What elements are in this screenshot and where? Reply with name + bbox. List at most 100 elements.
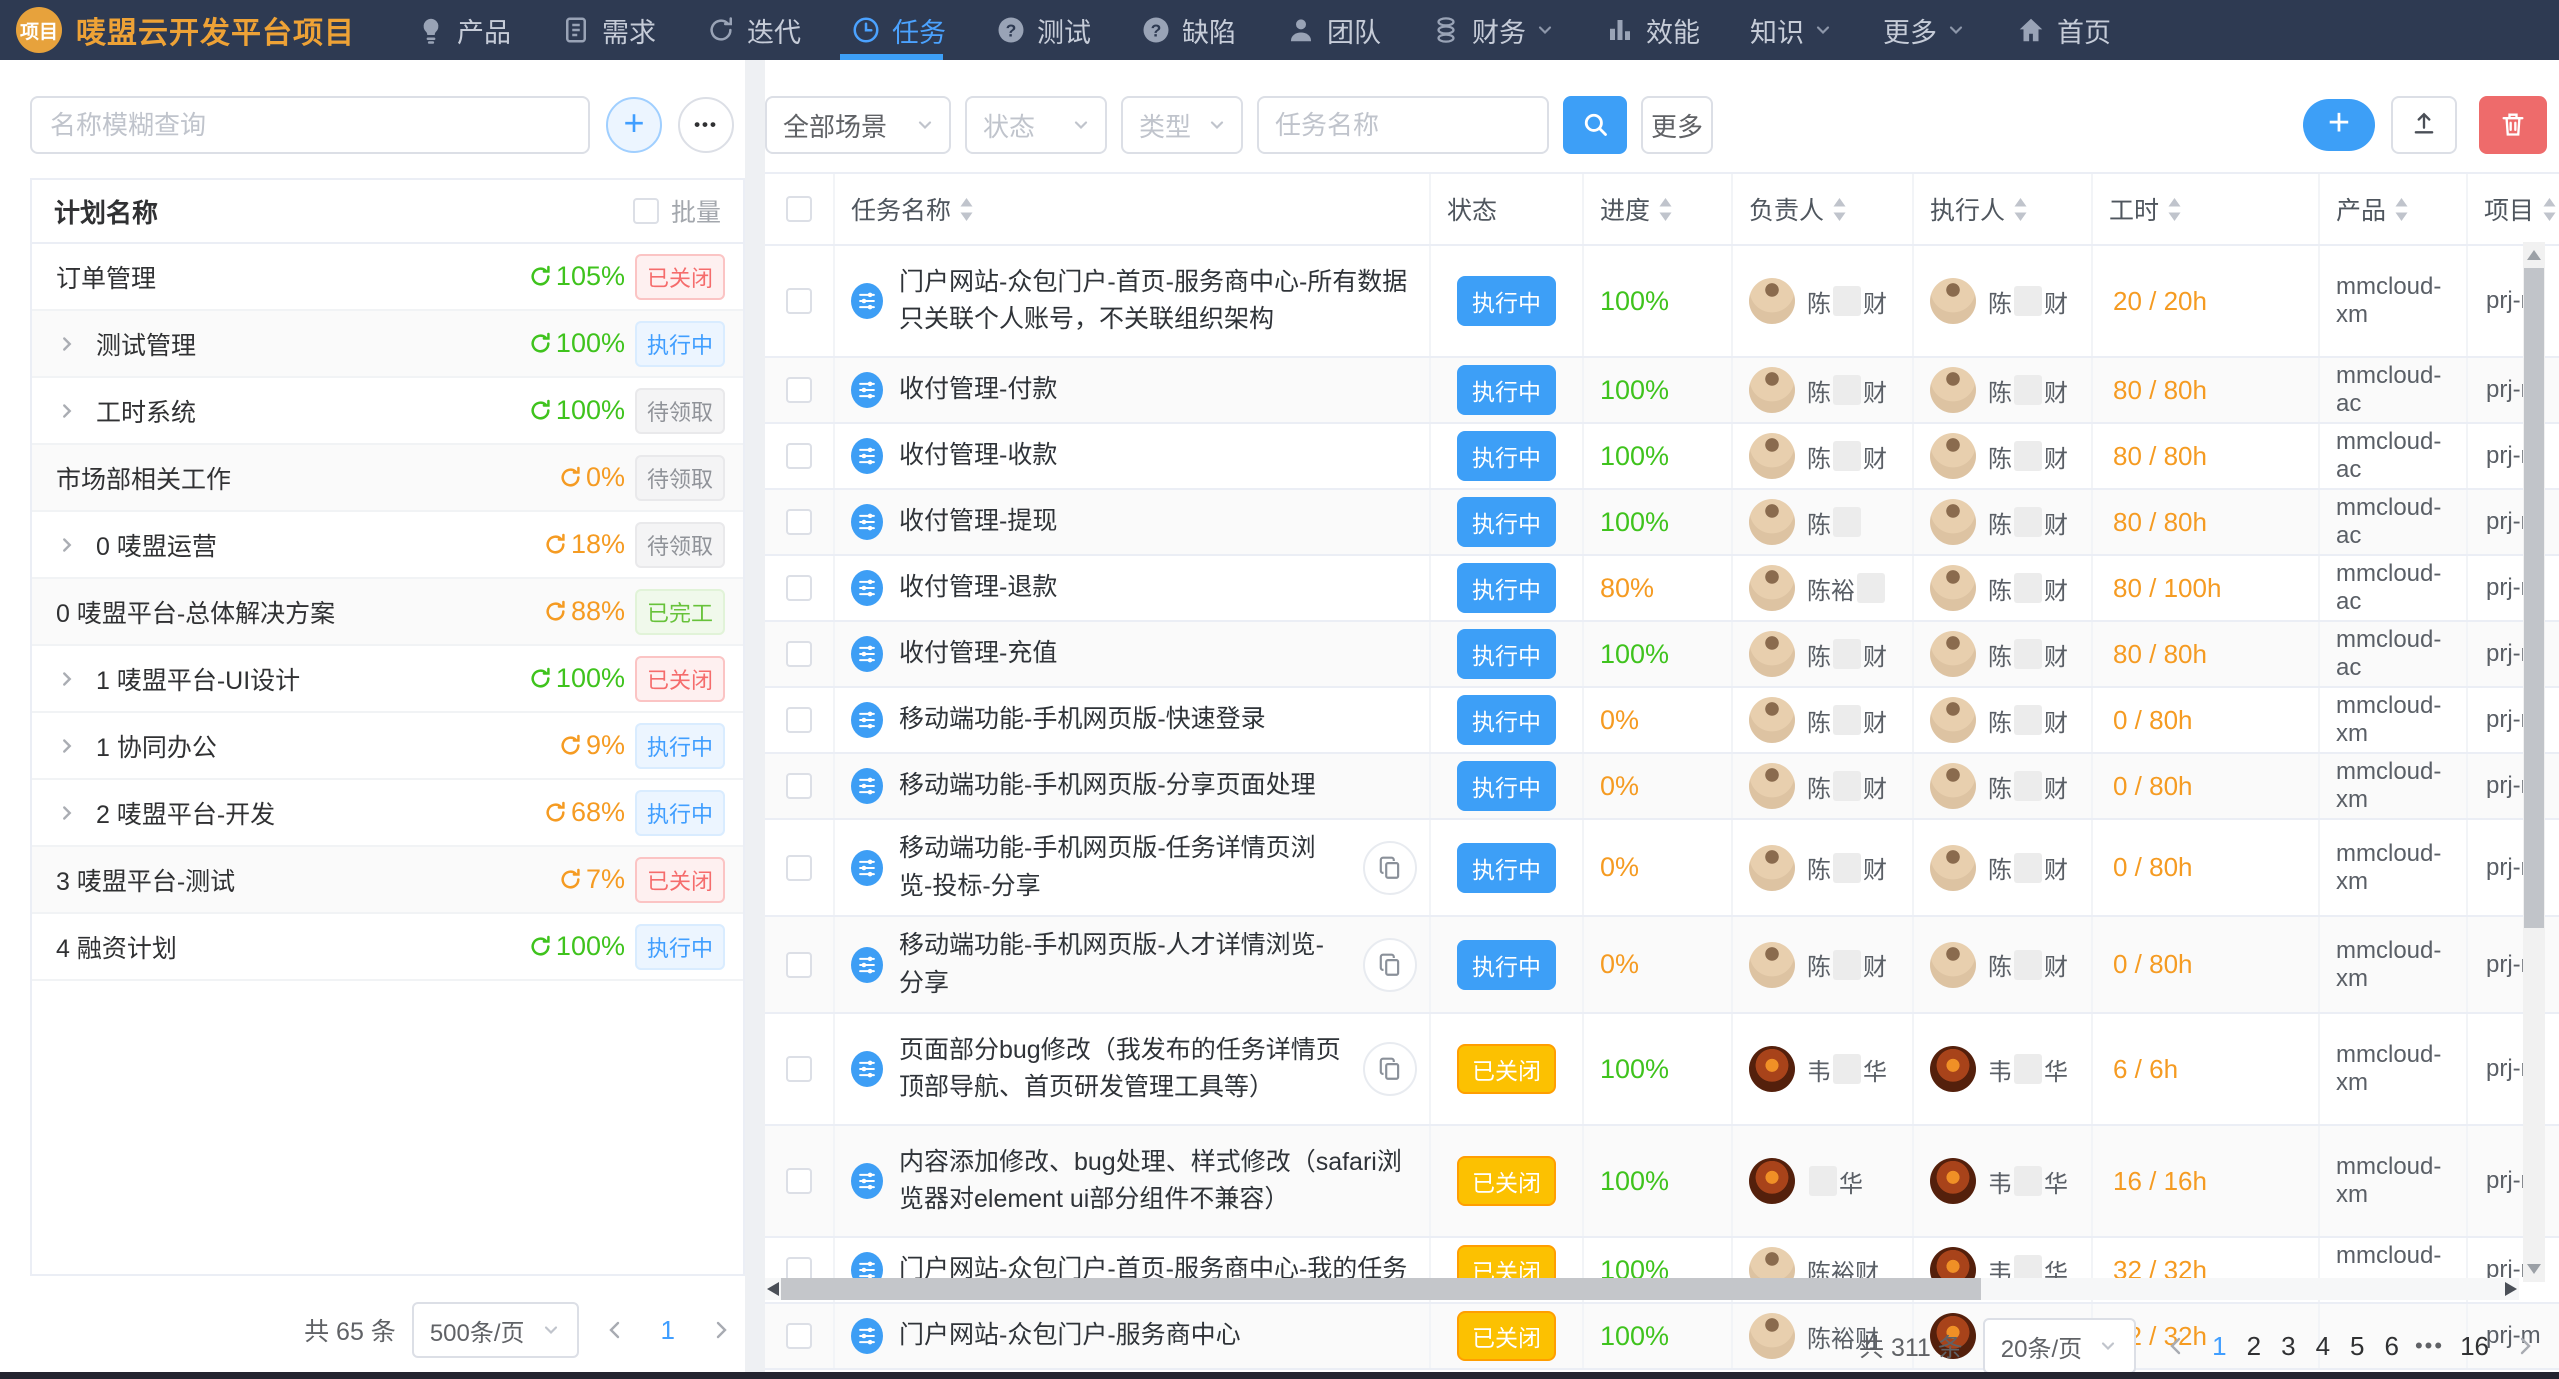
chevron-right-icon[interactable] <box>56 802 78 824</box>
add-plan-button[interactable]: + <box>606 97 662 153</box>
task-page-size-select[interactable]: 20条/页 <box>1983 1318 2136 1374</box>
nav-item-iteration[interactable]: 迭代 <box>681 0 826 60</box>
task-name-cell[interactable]: 门户网站-众包门户-服务商中心 <box>835 1304 1431 1368</box>
upload-button[interactable] <box>2391 96 2457 154</box>
task-name-cell[interactable]: 移动端功能-手机网页版-分享页面处理 <box>835 754 1431 818</box>
vertical-scrollbar-thumb[interactable] <box>2524 268 2544 928</box>
nav-item-more[interactable]: 更多 <box>1858 0 1991 60</box>
plan-page-number[interactable]: 1 <box>651 1315 685 1346</box>
nav-item-knowledge[interactable]: 知识 <box>1725 0 1858 60</box>
row-checkbox[interactable] <box>786 855 812 881</box>
page-number[interactable]: 2 <box>2237 1331 2271 1362</box>
row-checkbox[interactable] <box>786 1168 812 1194</box>
plan-prev-page-button[interactable] <box>595 1318 635 1342</box>
task-name-cell[interactable]: 收付管理-退款 <box>835 556 1431 620</box>
sort-caret-icon[interactable] <box>2542 198 2557 221</box>
chevron-right-icon[interactable] <box>56 333 78 355</box>
sort-caret-icon[interactable] <box>2394 198 2409 221</box>
plan-row[interactable]: 2 唛盟平台-开发68%执行中 <box>32 780 743 847</box>
page-number[interactable]: 16 <box>2450 1331 2499 1362</box>
plan-page-size-select[interactable]: 500条/页 <box>412 1302 579 1358</box>
row-checkbox[interactable] <box>786 288 812 314</box>
row-checkbox[interactable] <box>786 641 812 667</box>
sort-caret-icon[interactable] <box>959 198 974 221</box>
chevron-right-icon[interactable] <box>56 668 78 690</box>
plan-row[interactable]: 订单管理105%已关闭 <box>32 244 743 311</box>
task-name-cell[interactable]: 收付管理-收款 <box>835 424 1431 488</box>
task-name-cell[interactable]: 收付管理-付款 <box>835 358 1431 422</box>
plan-search-input[interactable] <box>30 96 590 154</box>
plan-row[interactable]: 测试管理100%执行中 <box>32 311 743 378</box>
nav-item-product[interactable]: 产品 <box>391 0 536 60</box>
nav-item-finance[interactable]: 财务 <box>1406 0 1580 60</box>
task-name-cell[interactable]: 内容添加修改、bug处理、样式修改（safari浏览器对element ui部分… <box>835 1126 1431 1236</box>
plan-next-page-button[interactable] <box>701 1318 741 1342</box>
sort-caret-icon[interactable] <box>1658 198 1673 221</box>
horizontal-scrollbar[interactable] <box>765 1278 2519 1300</box>
add-task-button[interactable]: + <box>2303 99 2375 151</box>
task-name-cell[interactable]: 页面部分bug修改（我发布的任务详情页顶部导航、首页研发管理工具等） <box>835 1014 1431 1124</box>
nav-item-task[interactable]: 任务 <box>826 0 971 60</box>
page-number[interactable]: 5 <box>2340 1331 2374 1362</box>
plan-row[interactable]: 1 唛盟平台-UI设计100%已关闭 <box>32 646 743 713</box>
scroll-right-arrow-icon[interactable] <box>2503 1278 2519 1300</box>
row-checkbox[interactable] <box>786 443 812 469</box>
more-filters-button[interactable]: 更多 <box>1641 96 1713 154</box>
sort-caret-icon[interactable] <box>2167 198 2182 221</box>
nav-item-defect[interactable]: ?缺陷 <box>1116 0 1261 60</box>
task-name-cell[interactable]: 移动端功能-手机网页版-任务详情页浏览-投标-分享 <box>835 820 1431 915</box>
scroll-down-arrow-icon[interactable] <box>2523 1256 2545 1282</box>
nav-item-requirement[interactable]: 需求 <box>536 0 681 60</box>
row-checkbox[interactable] <box>786 509 812 535</box>
plan-row[interactable]: 0 唛盟平台-总体解决方案88%已完工 <box>32 579 743 646</box>
chevron-right-icon[interactable] <box>56 735 78 757</box>
sort-caret-icon[interactable] <box>1832 198 1847 221</box>
row-checkbox[interactable] <box>786 377 812 403</box>
chevron-right-icon[interactable] <box>56 534 78 556</box>
copy-button[interactable] <box>1363 841 1417 895</box>
vertical-scrollbar[interactable] <box>2523 242 2545 1282</box>
page-number[interactable]: 6 <box>2375 1331 2409 1362</box>
row-checkbox[interactable] <box>786 1056 812 1082</box>
nav-item-team[interactable]: 团队 <box>1261 0 1406 60</box>
row-checkbox[interactable] <box>786 1323 812 1349</box>
task-name-cell[interactable]: 移动端功能-手机网页版-人才详情浏览-分享 <box>835 917 1431 1012</box>
task-next-page-button[interactable] <box>2505 1334 2545 1358</box>
batch-toggle[interactable]: 批量 <box>633 193 721 229</box>
nav-item-home[interactable]: 首页 <box>1991 0 2136 60</box>
row-checkbox[interactable] <box>786 575 812 601</box>
page-ellipsis[interactable]: ••• <box>2409 1333 2450 1359</box>
select-all-checkbox[interactable] <box>786 196 812 222</box>
plan-row[interactable]: 1 协同办公9%执行中 <box>32 713 743 780</box>
task-name-cell[interactable]: 收付管理-提现 <box>835 490 1431 554</box>
search-button[interactable] <box>1563 96 1627 154</box>
horizontal-scrollbar-thumb[interactable] <box>781 1278 1981 1300</box>
nav-item-efficiency[interactable]: 效能 <box>1580 0 1725 60</box>
sort-caret-icon[interactable] <box>2013 198 2028 221</box>
copy-button[interactable] <box>1363 938 1417 992</box>
scroll-left-arrow-icon[interactable] <box>765 1278 781 1300</box>
plan-row[interactable]: 市场部相关工作0%待领取 <box>32 445 743 512</box>
task-prev-page-button[interactable] <box>2156 1334 2196 1358</box>
plan-row[interactable]: 3 唛盟平台-测试7%已关闭 <box>32 847 743 914</box>
task-name-cell[interactable]: 移动端功能-手机网页版-快速登录 <box>835 688 1431 752</box>
type-select[interactable]: 类型 <box>1121 96 1243 154</box>
row-checkbox[interactable] <box>786 773 812 799</box>
task-name-cell[interactable]: 收付管理-充值 <box>835 622 1431 686</box>
plan-row[interactable]: 0 唛盟运营18%待领取 <box>32 512 743 579</box>
page-number[interactable]: 4 <box>2306 1331 2340 1362</box>
plan-row[interactable]: 4 融资计划100%执行中 <box>32 914 743 981</box>
plan-row[interactable]: 工时系统100%待领取 <box>32 378 743 445</box>
copy-button[interactable] <box>1363 1042 1417 1096</box>
page-number[interactable]: 3 <box>2271 1331 2305 1362</box>
batch-checkbox[interactable] <box>633 198 659 224</box>
status-select[interactable]: 状态 <box>965 96 1107 154</box>
nav-item-test[interactable]: ?测试 <box>971 0 1116 60</box>
chevron-right-icon[interactable] <box>56 400 78 422</box>
row-checkbox[interactable] <box>786 707 812 733</box>
row-checkbox[interactable] <box>786 952 812 978</box>
delete-button[interactable] <box>2479 96 2547 154</box>
scroll-up-arrow-icon[interactable] <box>2523 242 2545 268</box>
task-name-cell[interactable]: 门户网站-众包门户-首页-服务商中心-所有数据只关联个人账号，不关联组织架构 <box>835 246 1431 356</box>
page-number[interactable]: 1 <box>2202 1331 2236 1362</box>
